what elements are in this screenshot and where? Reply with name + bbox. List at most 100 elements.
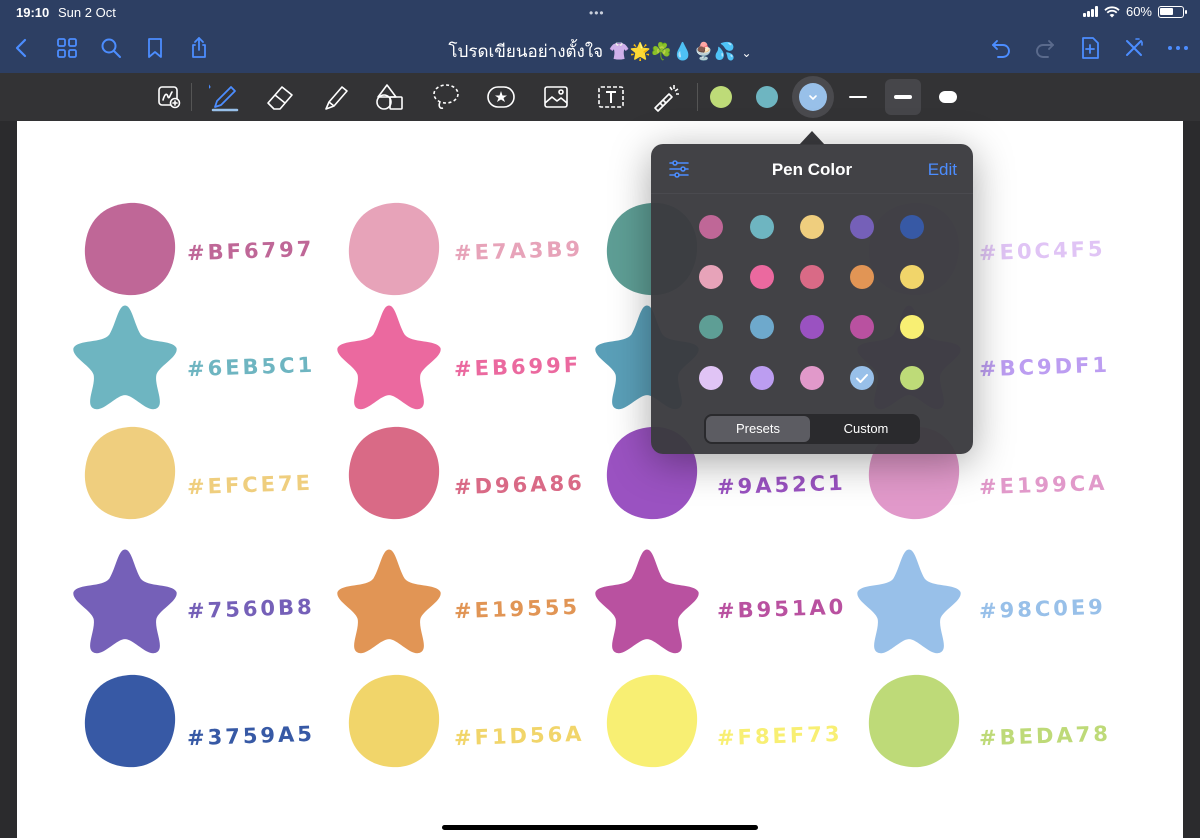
bookmark-icon[interactable] <box>143 36 167 60</box>
hex-code-label: #E19555 <box>453 594 581 624</box>
color-circle-swatch <box>84 674 176 768</box>
color-star-swatch <box>857 549 961 654</box>
document-title[interactable]: โปรดเขียนอย่างตั้งใจ 👚🌟☘️💧🍨💦 ⌄ <box>380 38 820 65</box>
hex-code-label: #B951A0 <box>716 594 847 624</box>
preset-color-swatch[interactable] <box>699 215 723 239</box>
preset-color-swatch[interactable] <box>750 315 774 339</box>
highlighter-icon[interactable] <box>320 81 352 113</box>
thumbnails-grid-icon[interactable] <box>55 36 79 60</box>
hex-code-label: #EFCE7E <box>186 470 314 500</box>
color-star-swatch <box>73 549 177 654</box>
hex-code-label: #E0C4F5 <box>978 236 1106 266</box>
checkmark-icon <box>856 374 868 383</box>
hex-code-label: #F1D56A <box>453 721 585 751</box>
preset-color-swatch[interactable] <box>800 215 824 239</box>
toolbar-color-swatch[interactable] <box>756 86 778 108</box>
stroke-width-thick[interactable] <box>930 79 966 115</box>
shapes-icon[interactable] <box>374 81 406 113</box>
edit-button[interactable]: Edit <box>928 160 957 180</box>
color-circle-swatch <box>84 426 176 520</box>
preset-color-swatch[interactable] <box>900 265 924 289</box>
eraser-icon[interactable] <box>264 81 296 113</box>
back-chevron-icon[interactable] <box>10 36 34 60</box>
hex-code-label: #3759A5 <box>186 721 316 751</box>
preset-color-swatch[interactable] <box>900 315 924 339</box>
toolbar-color-swatch[interactable] <box>710 86 732 108</box>
close-annotation-icon[interactable] <box>1122 36 1146 60</box>
hex-code-label: #BF6797 <box>186 236 315 266</box>
notebook-page[interactable]: #BF6797 #E7A3B9 #E0C4F5 #6EB5C1 #EB699F #BC9D… <box>17 121 1183 838</box>
color-circle-swatch <box>84 202 176 296</box>
toolbar-divider <box>191 83 192 111</box>
text-box-icon[interactable] <box>595 81 627 113</box>
hex-code-label: #E199CA <box>978 470 1108 500</box>
preset-color-swatch[interactable] <box>850 215 874 239</box>
color-star-swatch <box>595 549 699 654</box>
hex-code-label: #D96A86 <box>453 470 586 500</box>
preset-color-swatch[interactable] <box>800 366 824 390</box>
preset-color-swatch[interactable] <box>699 265 723 289</box>
toolbar-divider <box>697 83 698 111</box>
battery-percent: 60% <box>1125 4 1152 19</box>
hex-code-label: #E7A3B9 <box>453 236 584 266</box>
laser-pointer-icon[interactable] <box>650 81 682 113</box>
preset-color-swatch[interactable] <box>699 315 723 339</box>
preset-color-swatch[interactable] <box>850 366 874 390</box>
presets-custom-segmented-control: Presets Custom <box>704 414 920 444</box>
top-bar: 19:10 Sun 2 Oct ••• 60% โปรดเขียนอย่างตั… <box>0 0 1200 73</box>
undo-icon[interactable] <box>989 36 1013 60</box>
hex-code-label: #7560B8 <box>186 594 316 624</box>
presets-segment[interactable]: Presets <box>706 416 810 442</box>
hex-code-label: #F8EF73 <box>716 721 843 751</box>
preset-color-swatch[interactable] <box>900 215 924 239</box>
color-star-swatch <box>337 549 441 654</box>
preset-color-swatch[interactable] <box>750 265 774 289</box>
document-title-text: โปรดเขียนอย่างตั้งใจ 👚🌟☘️💧🍨💦 <box>448 42 736 62</box>
color-circle-swatch <box>606 674 698 768</box>
color-circle-swatch <box>348 202 440 296</box>
preset-color-swatch[interactable] <box>850 315 874 339</box>
chevron-down-icon[interactable]: ⌄ <box>742 46 752 60</box>
color-circle-swatch <box>348 674 440 768</box>
popover-header: Pen Color Edit <box>651 144 973 194</box>
popover-title: Pen Color <box>771 160 853 179</box>
battery-icon <box>1158 5 1187 18</box>
color-circle-swatch <box>348 426 440 520</box>
stroke-width-thin[interactable] <box>840 79 876 115</box>
preset-color-swatch[interactable] <box>800 265 824 289</box>
color-circle-swatch <box>868 674 960 768</box>
zoom-window-icon[interactable] <box>153 81 185 113</box>
pen-icon[interactable] <box>206 81 241 113</box>
sticker-icon[interactable] <box>485 81 517 113</box>
add-page-icon[interactable] <box>1078 36 1102 60</box>
search-icon[interactable] <box>99 36 123 60</box>
home-indicator[interactable] <box>442 825 758 830</box>
preset-color-swatch[interactable] <box>750 215 774 239</box>
preset-color-swatch[interactable] <box>800 315 824 339</box>
app-root: 19:10 Sun 2 Oct ••• 60% โปรดเขียนอย่างตั… <box>0 0 1200 838</box>
more-icon[interactable] <box>1166 36 1190 60</box>
multitasking-dots-icon[interactable]: ••• <box>589 6 605 20</box>
preset-color-swatch[interactable] <box>900 366 924 390</box>
navigation-bar: โปรดเขียนอย่างตั้งใจ 👚🌟☘️💧🍨💦 ⌄ <box>0 26 1200 72</box>
share-icon[interactable] <box>187 36 211 60</box>
hex-code-label: #BEDA78 <box>978 721 1112 751</box>
stroke-width-medium[interactable] <box>885 79 921 115</box>
status-date: Sun 2 Oct <box>58 5 116 20</box>
preset-color-swatch[interactable] <box>699 366 723 390</box>
preset-color-swatch[interactable] <box>850 265 874 289</box>
selected-color-swatch <box>799 83 827 111</box>
image-icon[interactable] <box>540 81 572 113</box>
lasso-icon[interactable] <box>430 81 462 113</box>
pen-color-popover: Pen Color Edit Presets Custom <box>651 144 973 454</box>
redo-icon[interactable] <box>1033 36 1057 60</box>
custom-segment[interactable]: Custom <box>814 416 918 442</box>
hex-code-label: #98C0E9 <box>978 594 1107 624</box>
hex-code-label: #BC9DF1 <box>978 352 1111 382</box>
annotation-toolbar <box>0 73 1200 121</box>
toolbar-selected-color[interactable] <box>792 76 834 118</box>
preset-color-swatch[interactable] <box>750 366 774 390</box>
wifi-icon <box>1104 5 1120 17</box>
cellular-signal-icon <box>1082 6 1098 17</box>
status-indicators: 60% <box>1082 4 1187 19</box>
